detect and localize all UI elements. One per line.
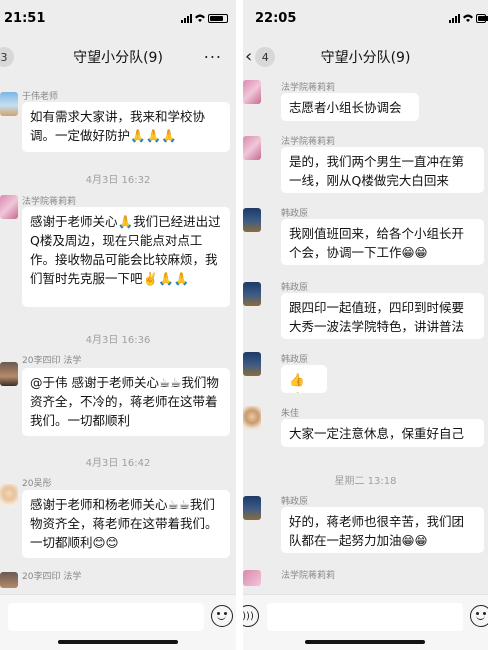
status-time: 21:51 [4,11,46,26]
message-bubble[interactable]: 我刚值班回来，给各个小组长开个会，协调一下工作😁😁 [281,219,484,265]
input-bar: ))) [243,594,488,650]
divider [236,0,243,650]
sender-name: 朱佳 [281,409,300,419]
sender-name: 韩政原 [281,283,309,293]
left-chat-screen: 21:51 3 守望小分队(9) ··· 于伟老师 如有需求大家讲，我来和学校协… [0,0,236,650]
message-bubble[interactable]: 如有需求大家讲，我来和学校协调。一定做好防护🙏🙏🙏 [22,102,230,152]
message-bubble[interactable]: 感谢于老师和杨老师关心☕☕我们物资齐全，蒋老师在这带着我们。一切都顺利😊😊 [22,490,230,558]
timestamp: 星期二 13:18 [334,476,397,487]
message-bubble[interactable]: 好的，蒋老师也很辛苦，我们团队都在一起努力加油😁😁 [281,507,484,553]
sender-name: 韩政原 [281,497,309,507]
chat-header: ‹ 4 守望小分队(9) [243,34,488,80]
voice-icon[interactable]: ))) [243,605,259,627]
battery-icon [476,13,488,23]
sender-name: 法学院蒋莉莉 [281,83,336,93]
back-chevron-icon: ‹ [245,46,253,67]
right-chat-screen: 22:05 ‹ 4 守望小分队(9) 法学院蒋莉莉 志愿者小组长协调会 法学院蒋… [243,0,488,650]
sender-name: 法学院蒋莉莉 [22,197,77,207]
message-list[interactable]: 法学院蒋莉莉 志愿者小组长协调会 法学院蒋莉莉 是的，我们两个男生一直冲在第一线… [243,80,488,594]
message-bubble[interactable]: 是的，我们两个男生一直冲在第一线，刚从Q楼做完大白回来 [281,147,484,193]
unread-badge: 3 [0,47,14,67]
message-bubble[interactable]: 👍👍 [281,365,327,393]
avatar[interactable] [243,136,261,160]
message-input[interactable] [8,603,204,631]
chat-header: 3 守望小分队(9) ··· [0,34,236,80]
unread-badge: 4 [255,47,276,67]
sender-name: 20李四印 法学 [22,356,82,366]
status-bar: 21:51 [0,0,236,34]
signal-icon [449,13,460,23]
home-indicator [58,640,178,644]
sender-name: 于伟老师 [22,92,59,102]
timestamp: 4月3日 16:32 [85,175,151,186]
avatar[interactable] [0,484,18,508]
avatar[interactable] [0,195,18,219]
message-bubble[interactable]: 跟四印一起值班，四印到时候要大秀一波法学院特色，讲讲普法 [281,293,484,339]
back-button[interactable]: ‹ 4 [245,46,276,67]
sender-name: 20吴彤 [22,479,52,489]
battery-icon [208,13,228,23]
back-button[interactable]: 3 [0,47,14,67]
wifi-icon [463,14,473,22]
sender-name: 20李四印 法学 [22,572,82,582]
avatar[interactable] [0,92,18,116]
avatar[interactable] [243,570,261,586]
home-indicator [305,640,425,644]
wifi-icon [195,14,205,22]
message-list[interactable]: 于伟老师 如有需求大家讲，我来和学校协调。一定做好防护🙏🙏🙏 4月3日 16:3… [0,80,236,594]
message-bubble[interactable]: 志愿者小组长协调会 [281,93,419,121]
input-bar [0,594,236,650]
message-input[interactable] [267,603,463,631]
emoji-icon[interactable] [211,605,233,627]
avatar[interactable] [0,362,18,386]
sender-name: 韩政原 [281,355,309,365]
more-icon[interactable]: ··· [204,48,222,67]
avatar[interactable] [243,406,261,430]
sender-name: 法学院蒋莉莉 [281,137,336,147]
avatar[interactable] [243,80,261,104]
message-bubble[interactable]: 大家一定注意休息，保重好自己 [281,419,484,447]
status-bar: 22:05 [243,0,488,34]
chat-title: 守望小分队(9) [73,50,163,66]
sender-name: 韩政原 [281,209,309,219]
avatar[interactable] [243,282,261,306]
status-time: 22:05 [255,11,297,26]
emoji-icon[interactable] [470,605,488,627]
sender-name: 法学院蒋莉莉 [281,571,336,581]
avatar[interactable] [243,352,261,376]
message-bubble[interactable]: 感谢于老师关心🙏我们已经进出过Q楼及周边，现在只能点对点工作。接收物品可能会比较… [22,207,230,307]
avatar[interactable] [0,572,18,588]
chat-title: 守望小分队(9) [320,50,411,66]
timestamp: 4月3日 16:36 [85,335,151,346]
avatar[interactable] [243,496,261,520]
message-bubble[interactable]: @于伟 感谢于老师关心☕☕我们物资齐全，不冷的，蒋老师在这带着我们。一切都顺利 [22,368,230,436]
timestamp: 4月3日 16:42 [85,458,151,469]
signal-icon [181,13,192,23]
avatar[interactable] [243,208,261,232]
